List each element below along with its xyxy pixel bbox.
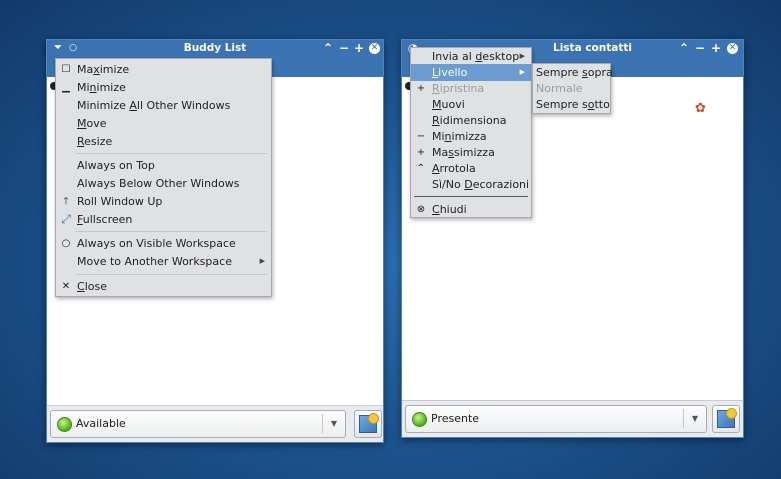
circle-icon: ○ <box>61 238 71 249</box>
maximize-icon[interactable]: + <box>352 41 366 55</box>
menu-item-sempre-sotto[interactable]: Sempre sotto <box>533 96 610 113</box>
menu-separator <box>76 231 267 232</box>
menu-item-label: Close <box>77 280 107 293</box>
menu-item-label: Move <box>77 117 107 130</box>
available-status-icon <box>412 412 427 427</box>
menu-item-always-on-visible-workspace[interactable]: ○ Always on Visible Workspace <box>56 235 271 252</box>
title-bar[interactable]: ⏷ ○ Buddy List ⌃ − + ✕ <box>47 40 383 57</box>
menu-item-label: Roll Window Up <box>77 195 163 208</box>
plus-icon: + <box>416 147 426 158</box>
chevron-down-icon[interactable]: ▼ <box>322 414 345 433</box>
menu-item-label: Maximize <box>77 63 130 76</box>
menu-separator <box>414 196 528 197</box>
available-status-icon <box>57 417 72 432</box>
menu-item-close[interactable]: ✕ Close <box>56 278 271 295</box>
plus-icon: + <box>416 83 426 94</box>
menu-item-muovi[interactable]: Muovi <box>411 96 531 113</box>
menu-item-label: Resize <box>77 135 113 148</box>
menu-item-minimizza[interactable]: − Minimizza <box>411 128 531 145</box>
menu-item-label: Minimize <box>77 81 126 94</box>
menu-item-ridimensiona[interactable]: Ridimensiona <box>411 112 531 129</box>
window-operations-menu: ☐ Maximize ▁ Minimize Minimize All Other Win… <box>55 58 272 297</box>
chevron-down-icon[interactable]: ▼ <box>683 409 706 428</box>
fullscreen-icon: ⤢ <box>61 212 71 226</box>
menu-item-move[interactable]: Move <box>56 115 271 132</box>
menu-separator <box>76 153 267 154</box>
status-bar-right: Presente ▼ <box>402 400 743 437</box>
sun-icon <box>368 413 379 424</box>
menu-item-label: Massimizza <box>432 146 495 159</box>
close-icon: ✕ <box>61 281 71 292</box>
maximize-icon: ☐ <box>61 64 71 75</box>
window-operations-menu-right: Invia al desktop ▶ Livello ▶ + Ripristina Muov… <box>410 47 532 218</box>
chevron-right-icon: ▶ <box>259 257 265 265</box>
menu-item-label: Fullscreen <box>77 213 133 226</box>
menu-item-move-to-another-workspace[interactable]: Move to Another Workspace ▶ <box>56 253 271 270</box>
menu-item-label: Move to Another Workspace <box>77 255 232 268</box>
chevron-right-icon: ▶ <box>519 52 525 60</box>
menu-item-label: Always on Visible Workspace <box>77 237 236 250</box>
menu-item-massimizza[interactable]: + Massimizza <box>411 144 531 161</box>
status-label: Available <box>76 417 126 430</box>
menu-item-label: Sempre sotto <box>536 98 610 111</box>
menu-item-label: Sempre sopra <box>536 66 613 79</box>
status-selector[interactable]: Available ▼ <box>50 410 346 438</box>
status-label-right: Presente <box>431 412 480 425</box>
status-selector-right[interactable]: Presente ▼ <box>405 405 707 433</box>
menu-item-resize[interactable]: Resize <box>56 133 271 150</box>
menu-item-maximize[interactable]: ☐ Maximize <box>56 61 271 78</box>
buddy-icon-button-right[interactable] <box>712 405 740 433</box>
minimize-icon: ▁ <box>62 82 70 93</box>
minus-icon: − <box>416 131 426 142</box>
menu-item-label: Minimizza <box>432 130 487 143</box>
menu-item-label: Ridimensiona <box>432 114 507 127</box>
buddy-emblem-icon: ✿ <box>695 101 706 116</box>
menu-item-label: Chiudi <box>432 203 467 216</box>
menu-item-label: Always on Top <box>77 159 155 172</box>
menu-item-label: Invia al desktop <box>432 50 520 63</box>
menu-item-minimize[interactable]: ▁ Minimize <box>56 79 271 96</box>
menu-item-label: Livello <box>432 66 468 79</box>
maximize-icon[interactable]: + <box>709 41 723 55</box>
close-icon[interactable]: ✕ <box>369 43 380 54</box>
buddy-icon-button[interactable] <box>354 410 382 438</box>
menu-item-label: Minimize All Other Windows <box>77 99 231 112</box>
arrow-up-icon: 🡑 <box>63 196 69 207</box>
menu-item-invia-al-desktop[interactable]: Invia al desktop ▶ <box>411 48 531 65</box>
menu-item-label: Normale <box>536 82 583 95</box>
close-icon[interactable]: ✕ <box>727 43 738 54</box>
menu-item-always-on-top[interactable]: Always on Top <box>56 157 271 174</box>
status-bar: Available ▼ <box>47 405 383 442</box>
minimize-icon[interactable]: − <box>693 41 707 55</box>
menu-item-label: Sì/No Decorazioni <box>432 178 530 191</box>
menu-item-minimize-all-other-windows[interactable]: Minimize All Other Windows <box>56 97 271 114</box>
caret-up-icon: ⌃ <box>416 163 426 174</box>
chevron-right-icon: ▶ <box>519 68 525 76</box>
menu-item-normale: Normale <box>533 80 610 97</box>
menu-separator <box>76 274 267 275</box>
menu-item-s-no-decorazioni[interactable]: Sì/No Decorazioni <box>411 176 531 193</box>
close-circle-icon: ⊗ <box>416 204 426 215</box>
menu-item-fullscreen[interactable]: ⤢ Fullscreen <box>56 211 271 228</box>
shade-up-icon[interactable]: ⌃ <box>677 41 691 55</box>
menu-item-sempre-sopra[interactable]: Sempre sopra <box>533 64 613 81</box>
menu-item-label: Always Below Other Windows <box>77 177 240 190</box>
sun-icon <box>726 408 737 419</box>
menu-item-label: Muovi <box>432 98 465 111</box>
menu-item-livello[interactable]: Livello ▶ <box>411 64 531 81</box>
menu-item-label: Ripristina <box>432 82 485 95</box>
menu-item-arrotola[interactable]: ⌃ Arrotola <box>411 160 531 177</box>
level-submenu: Sempre sopra Normale Sempre sotto <box>532 63 613 114</box>
menu-item-chiudi[interactable]: ⊗ Chiudi <box>411 201 531 218</box>
menu-item-always-below-other-windows[interactable]: Always Below Other Windows <box>56 175 271 192</box>
menu-item-ripristina: + Ripristina <box>411 80 531 97</box>
shade-up-icon[interactable]: ⌃ <box>321 41 335 55</box>
menu-item-label: Arrotola <box>432 162 476 175</box>
minimize-icon[interactable]: − <box>337 41 351 55</box>
menu-item-roll-window-up[interactable]: 🡑 Roll Window Up <box>56 193 271 210</box>
